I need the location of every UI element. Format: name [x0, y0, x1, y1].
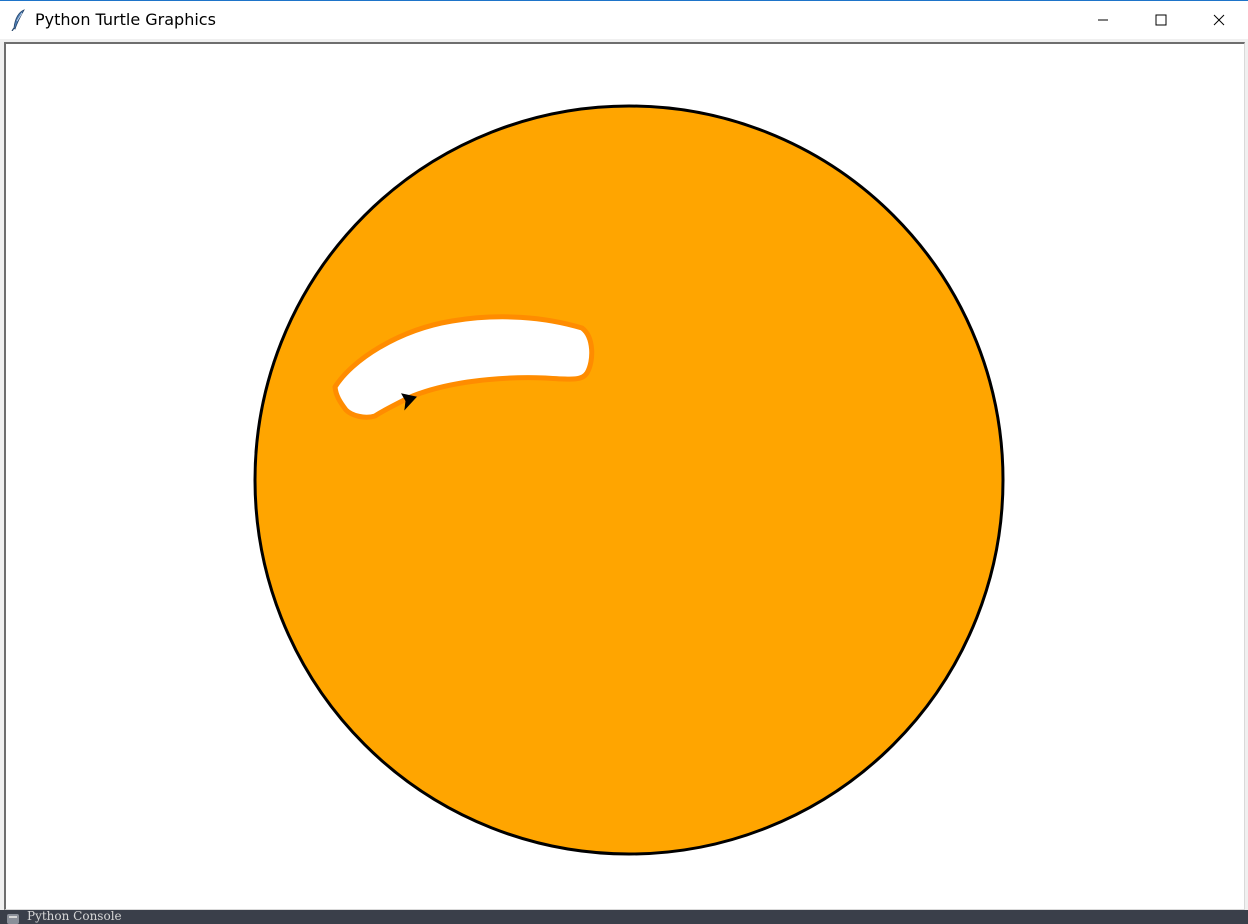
turtle-window: Python Turtle Graphics Python Console	[0, 0, 1248, 924]
drawing-surface	[253, 104, 1005, 856]
title-bar[interactable]: Python Turtle Graphics	[0, 0, 1248, 39]
python-icon	[7, 914, 19, 924]
python-console-taskbar[interactable]: Python Console	[0, 910, 1248, 924]
close-icon	[1213, 14, 1225, 26]
minimize-icon	[1098, 19, 1108, 21]
window-title: Python Turtle Graphics	[35, 10, 216, 29]
taskbar-label: Python Console	[27, 910, 122, 923]
close-button[interactable]	[1190, 1, 1248, 39]
orange-circle	[253, 104, 1005, 856]
maximize-button[interactable]	[1132, 1, 1190, 39]
minimize-button[interactable]	[1074, 1, 1132, 39]
maximize-icon	[1155, 14, 1167, 26]
turtle-canvas[interactable]	[4, 42, 1245, 910]
feather-icon	[11, 9, 25, 31]
